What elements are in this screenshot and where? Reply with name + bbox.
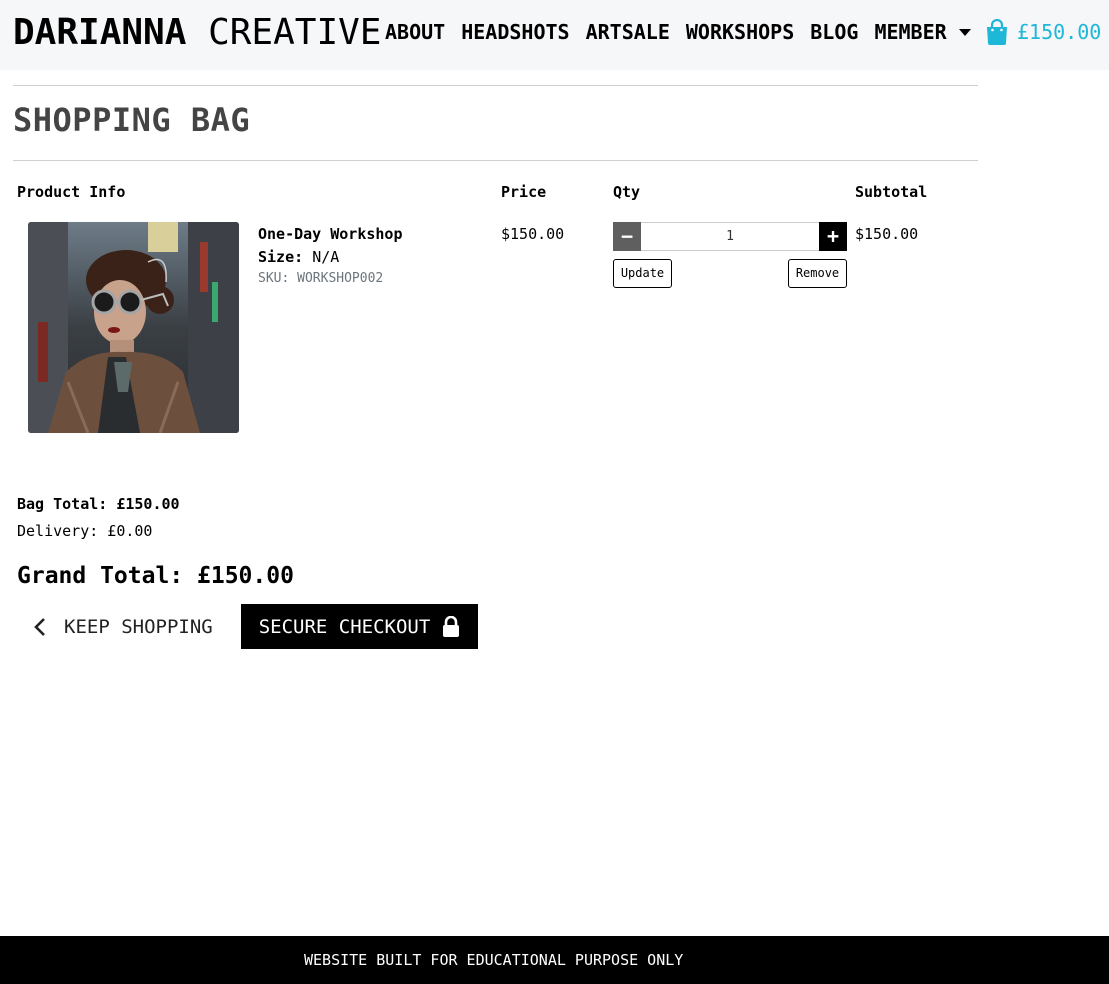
- header-subtotal: Subtotal: [855, 183, 928, 201]
- quantity-input[interactable]: [641, 223, 819, 250]
- increment-qty-button[interactable]: +: [819, 222, 847, 251]
- cart-link[interactable]: £150.00: [985, 18, 1101, 46]
- bag-total: Bag Total: £150.00: [17, 495, 180, 513]
- nav-artsale[interactable]: ARTSALE: [586, 20, 670, 44]
- divider-bottom: [13, 160, 978, 161]
- product-name[interactable]: One-Day Workshop: [258, 224, 403, 244]
- brand-name-bold: DARIANNA: [13, 12, 187, 53]
- size-value: N/A: [312, 248, 340, 266]
- top-navbar: DARIANNA CREATIVE ABOUT HEADSHOTS ARTSAL…: [0, 0, 1109, 70]
- main-nav: ABOUT HEADSHOTS ARTSALE WORKSHOPS BLOG M…: [385, 20, 993, 44]
- footer: WEBSITE BUILT FOR EDUCATIONAL PURPOSE ON…: [0, 936, 1109, 984]
- shopping-bag-icon: [987, 19, 1007, 45]
- grand-total: Grand Total: £150.00: [17, 563, 294, 589]
- nav-workshops[interactable]: WORKSHOPS: [686, 20, 794, 44]
- delivery-cost: Delivery: £0.00: [17, 522, 153, 540]
- checkout-label: SECURE CHECKOUT: [258, 615, 431, 638]
- nav-headshots[interactable]: HEADSHOTS: [461, 20, 569, 44]
- page-title: SHOPPING BAG: [13, 101, 251, 139]
- keep-shopping-label: KEEP SHOPPING: [64, 615, 213, 638]
- nav-blog[interactable]: BLOG: [810, 20, 858, 44]
- lock-icon: [443, 616, 460, 637]
- divider-top: [13, 85, 978, 86]
- update-button[interactable]: Update: [613, 259, 672, 288]
- remove-button[interactable]: Remove: [788, 259, 847, 288]
- product-price: $150.00: [501, 225, 565, 243]
- header-qty: Qty: [613, 183, 641, 201]
- product-subtotal: $150.00: [855, 225, 919, 243]
- header-product-info: Product Info: [17, 183, 126, 201]
- brand-logo[interactable]: DARIANNA CREATIVE: [13, 12, 381, 54]
- nav-about[interactable]: ABOUT: [385, 20, 445, 44]
- nav-member[interactable]: MEMBER: [874, 20, 946, 44]
- chevron-left-icon: [34, 617, 45, 636]
- brand-name-light: CREATIVE: [208, 12, 382, 53]
- cart-total: £150.00: [1017, 20, 1102, 44]
- product-sku: SKU: WORKSHOP002: [258, 271, 384, 286]
- secure-checkout-button[interactable]: SECURE CHECKOUT: [241, 604, 478, 649]
- header-price: Price: [501, 183, 547, 201]
- chevron-down-icon[interactable]: [958, 28, 971, 36]
- footer-text: WEBSITE BUILT FOR EDUCATIONAL PURPOSE ON…: [304, 951, 684, 969]
- keep-shopping-button[interactable]: KEEP SHOPPING: [34, 604, 213, 649]
- product-size: Size: N/A: [258, 247, 339, 267]
- size-label: Size:: [258, 248, 304, 266]
- product-image: [28, 222, 239, 433]
- decrement-qty-button[interactable]: −: [613, 222, 641, 251]
